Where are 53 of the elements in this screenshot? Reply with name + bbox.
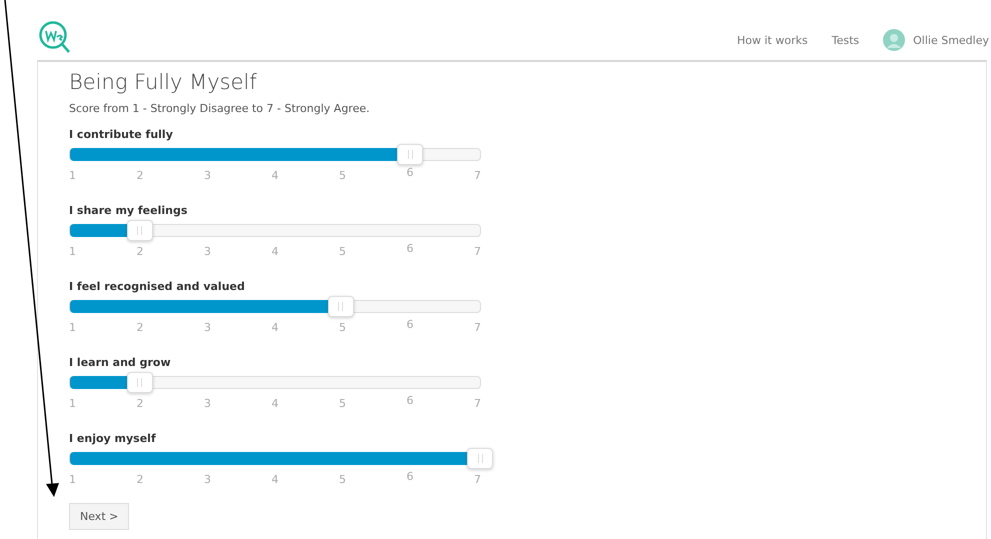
- slider-thumb[interactable]: [467, 448, 493, 469]
- scale-label: 1: [69, 245, 76, 258]
- question-label: I feel recognised and valued: [69, 280, 245, 293]
- scale-label: 3: [204, 397, 211, 410]
- logo-icon: [38, 20, 72, 54]
- scale-label: 2: [136, 169, 144, 182]
- slider-thumb[interactable]: [328, 296, 354, 317]
- question-label: I contribute fully: [69, 128, 173, 141]
- user-name[interactable]: Ollie Smedley: [913, 34, 989, 46]
- scale-label: 2: [136, 245, 144, 258]
- scale-label: 1: [69, 397, 76, 410]
- scale-label: 3: [204, 245, 211, 258]
- scale-label: 7: [474, 397, 481, 410]
- nav-link[interactable]: How it works: [737, 34, 808, 46]
- scale-label: 3: [204, 473, 211, 486]
- scale-label: 6: [406, 318, 414, 333]
- nav-link[interactable]: Tests: [832, 34, 860, 46]
- avatar-icon[interactable]: [883, 29, 906, 51]
- scale-label: 4: [272, 473, 278, 486]
- scale-label: 2: [136, 473, 144, 486]
- scale-label: 4: [272, 245, 278, 258]
- scale-label: 7: [474, 169, 481, 182]
- page-title: Being Fully Myself: [69, 70, 258, 94]
- scale-label: 3: [204, 169, 211, 182]
- scale-label: 3: [204, 321, 211, 334]
- scale-label: 5: [339, 169, 346, 182]
- question-label: I share my feelings: [69, 204, 188, 217]
- scale-label: 5: [339, 397, 346, 410]
- scale-label: 4: [272, 321, 278, 334]
- scale-label: 1: [69, 473, 76, 486]
- next-button[interactable]: Next >: [69, 503, 130, 530]
- scale-label: 6: [406, 470, 414, 485]
- scale-label: 1: [69, 169, 76, 182]
- scale-label: 7: [474, 321, 481, 334]
- scale-label: 4: [272, 397, 278, 410]
- scale-label: 7: [474, 473, 481, 486]
- question-label: I enjoy myself: [69, 432, 156, 445]
- scale-label: 6: [406, 242, 414, 257]
- slider-thumb[interactable]: [126, 372, 153, 393]
- slider-thumb[interactable]: [126, 220, 153, 241]
- scale-label: 5: [339, 321, 346, 334]
- scale-label: 2: [136, 397, 144, 410]
- scale-label: 2: [136, 321, 144, 334]
- scale-label: 5: [339, 245, 346, 258]
- scale-label: 7: [474, 245, 481, 258]
- instructions: Score from 1 - Strongly Disagree to 7 - Strongly Agree.: [69, 102, 371, 115]
- scale-label: 5: [339, 473, 346, 486]
- scale-label: 6: [406, 394, 414, 409]
- scale-label: 4: [272, 169, 278, 182]
- question-label: I learn and grow: [69, 356, 171, 369]
- scale-label: 6: [406, 166, 414, 181]
- scale-label: 1: [69, 321, 76, 334]
- slider-thumb[interactable]: [397, 144, 424, 165]
